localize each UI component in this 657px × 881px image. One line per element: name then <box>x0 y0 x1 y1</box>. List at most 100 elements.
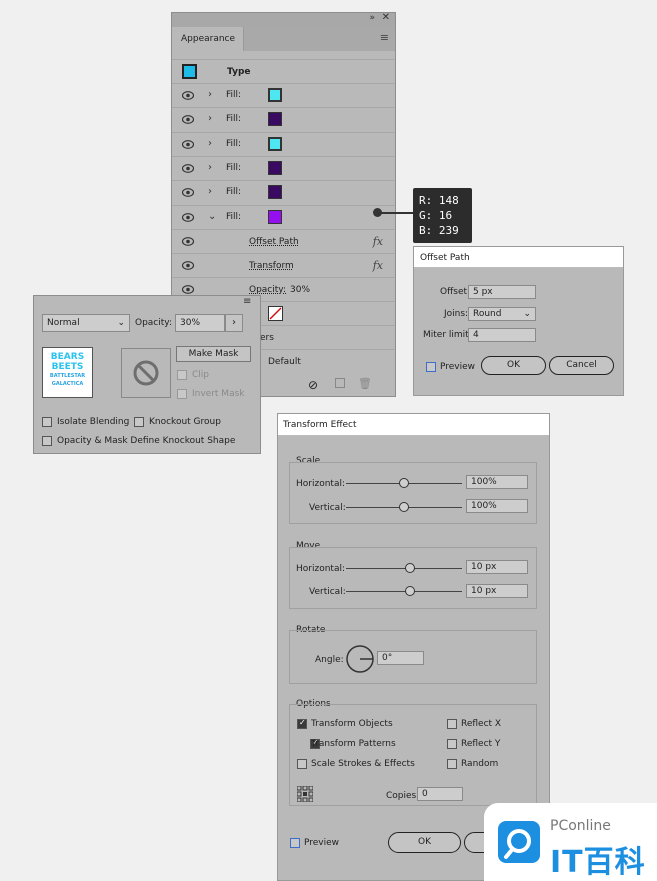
tab-appearance[interactable]: Appearance <box>172 27 244 51</box>
thumb-line: BEARS <box>50 352 85 362</box>
scale-v-slider[interactable] <box>399 502 409 512</box>
make-mask-label: Make Mask <box>188 349 239 359</box>
random-label: Random <box>461 759 499 769</box>
eye-icon[interactable] <box>182 237 194 246</box>
reflect-y-checkbox[interactable] <box>447 739 457 749</box>
eye-icon[interactable] <box>182 285 194 294</box>
blend-mode-value: Normal <box>47 318 80 328</box>
isolate-blending-checkbox[interactable] <box>42 417 52 427</box>
opacity-label[interactable]: Opacity: <box>249 285 286 295</box>
effect-label[interactable]: Offset Path <box>249 237 299 247</box>
fill-row[interactable]: › Fill: <box>172 155 395 180</box>
scale-strokes-checkbox[interactable] <box>297 759 307 769</box>
effect-label[interactable]: Transform <box>249 261 294 271</box>
eye-icon[interactable] <box>182 139 194 149</box>
transform-patterns-label: Transform Patterns <box>311 739 396 749</box>
dialog-title: Transform Effect <box>283 420 357 430</box>
pconline-logo-icon <box>498 821 540 863</box>
fill-swatch[interactable] <box>268 112 282 127</box>
eye-icon[interactable] <box>182 115 194 125</box>
scale-v-input[interactable]: 100% <box>466 499 528 513</box>
invert-mask-checkbox[interactable] <box>177 389 187 399</box>
angle-dial-icon[interactable] <box>345 644 375 674</box>
move-h-track[interactable] <box>346 568 462 569</box>
angle-value: 0° <box>382 653 393 663</box>
eye-icon[interactable] <box>182 261 194 270</box>
fill-label: Fill: <box>226 138 242 149</box>
preview-checkbox[interactable] <box>290 838 300 848</box>
move-h-slider[interactable] <box>405 563 415 573</box>
copies-input[interactable]: 0 <box>417 787 463 801</box>
fill-swatch[interactable] <box>268 160 282 175</box>
fill-label: Fill: <box>226 114 242 125</box>
chevron-right-icon[interactable]: › <box>208 138 212 149</box>
duplicate-item-icon[interactable] <box>335 378 345 388</box>
close-icon[interactable]: ✕ <box>382 12 390 23</box>
fill-row[interactable]: ⌄ Fill: <box>172 204 395 229</box>
blend-mode-select[interactable]: Normal ⌄ <box>42 314 130 332</box>
joins-select[interactable]: Round ⌄ <box>468 307 536 321</box>
fill-row[interactable]: › Fill: <box>172 180 395 204</box>
move-h-input[interactable]: 10 px <box>466 560 528 574</box>
fill-swatch[interactable] <box>268 136 282 151</box>
fill-swatch[interactable] <box>268 209 282 224</box>
opacity-value: 30% <box>290 285 311 295</box>
fx-icon[interactable]: fx <box>373 259 383 272</box>
clip-checkbox[interactable] <box>177 370 187 380</box>
effect-row-transform[interactable]: Transform fx <box>172 253 395 277</box>
no-mask-icon <box>133 360 159 386</box>
move-v-slider[interactable] <box>405 586 415 596</box>
fx-icon[interactable]: fx <box>373 235 383 248</box>
chevron-right-icon[interactable]: › <box>208 113 212 124</box>
reflect-x-checkbox[interactable] <box>447 719 457 729</box>
effect-row-offset-path[interactable]: Offset Path fx <box>172 229 395 253</box>
clear-appearance-icon[interactable]: ⊘ <box>308 378 318 392</box>
fill-swatch[interactable] <box>268 185 282 200</box>
make-mask-button[interactable]: Make Mask <box>176 346 251 362</box>
type-thumbnail-icon <box>182 64 197 79</box>
eye-icon[interactable] <box>182 188 194 198</box>
cancel-button[interactable]: Cancel <box>549 356 614 375</box>
offset-value: 5 px <box>473 287 493 297</box>
thumb-line: BEETS <box>51 362 84 372</box>
scale-h-slider[interactable] <box>399 478 409 488</box>
eye-icon[interactable] <box>182 91 194 100</box>
ok-button[interactable]: OK <box>388 832 461 853</box>
random-checkbox[interactable] <box>447 759 457 769</box>
scale-h-input[interactable]: 100% <box>466 475 528 489</box>
mask-thumbnail[interactable] <box>121 348 171 398</box>
artwork-thumbnail[interactable]: BEARS BEETS BATTLESTAR GALACTICA <box>42 347 93 398</box>
offset-input[interactable]: 5 px <box>468 285 536 299</box>
chevron-right-icon[interactable]: › <box>208 89 212 100</box>
delete-icon[interactable]: 🗑 <box>358 377 372 390</box>
move-v-input[interactable]: 10 px <box>466 584 528 598</box>
opacity-input[interactable]: 30% <box>175 314 225 332</box>
collapse-icon[interactable]: » <box>369 13 375 23</box>
miter-limit-input[interactable]: 4 <box>468 328 536 342</box>
chevron-right-icon[interactable]: › <box>208 162 212 173</box>
panel-menu-icon[interactable]: ≡ <box>380 31 389 44</box>
knockout-group-checkbox[interactable] <box>134 417 144 427</box>
transform-objects-checkbox[interactable] <box>297 718 307 729</box>
no-stroke-swatch-icon[interactable] <box>268 306 283 321</box>
fill-row[interactable]: › Fill: <box>172 131 395 156</box>
fill-swatch[interactable] <box>268 88 282 102</box>
chevron-right-icon[interactable]: › <box>208 186 212 197</box>
cancel-label: Cancel <box>566 360 597 370</box>
move-v-track[interactable] <box>346 591 462 592</box>
ok-button[interactable]: OK <box>481 356 546 375</box>
copies-value: 0 <box>422 789 428 799</box>
move-vertical-label: Vertical: <box>309 587 346 597</box>
opacity-mask-knockout-checkbox[interactable] <box>42 436 52 446</box>
preview-checkbox[interactable] <box>426 362 436 372</box>
angle-input[interactable]: 0° <box>377 651 424 665</box>
reference-point-icon[interactable] <box>297 786 313 802</box>
opacity-arrow-button[interactable]: › <box>225 314 243 332</box>
thumb-line: BATTLESTAR <box>49 373 86 379</box>
fill-row[interactable]: › Fill: <box>172 107 395 131</box>
chevron-down-icon[interactable]: ⌄ <box>208 211 216 222</box>
eye-icon[interactable] <box>182 212 194 222</box>
fill-row[interactable]: › Fill: <box>172 83 395 107</box>
eye-icon[interactable] <box>182 163 194 173</box>
panel-menu-icon[interactable]: ≡ <box>243 296 251 307</box>
